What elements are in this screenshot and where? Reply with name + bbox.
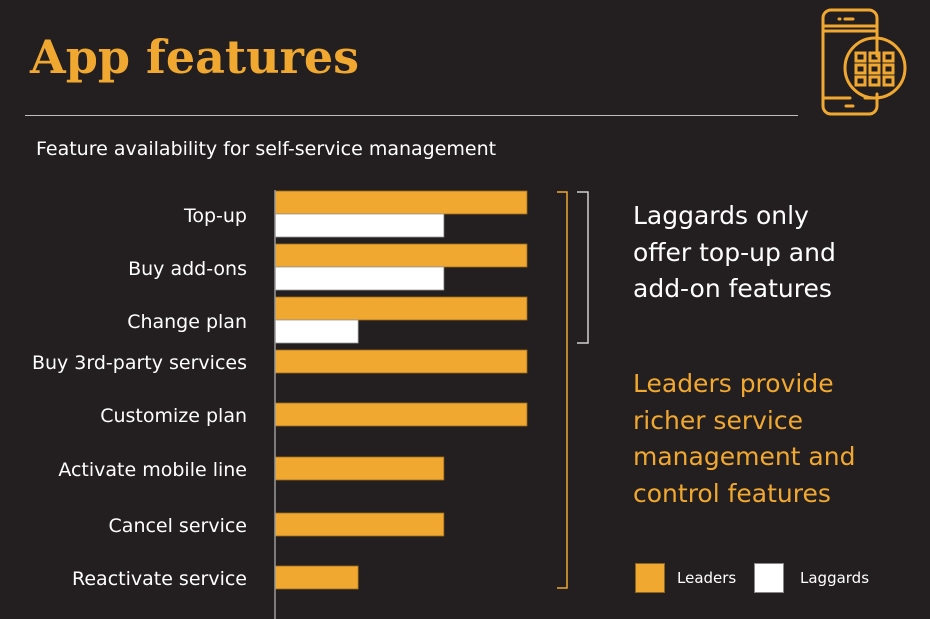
category-label: Activate mobile line <box>58 459 247 481</box>
category-label: Change plan <box>127 311 247 333</box>
laggards-note-line: add-on features <box>633 274 832 303</box>
category-label: Top-up <box>183 205 247 227</box>
laggards-note-line: Laggards only <box>633 201 809 230</box>
laggards-note-line: offer top-up and <box>633 237 836 267</box>
bar-chart: Top-up Buy add-ons Change plan Buy 3rd-part… <box>32 190 589 619</box>
legend-swatch-laggards <box>754 563 784 593</box>
legend-item-laggards: Laggards <box>754 563 869 593</box>
category-label: Reactivate service <box>72 568 247 590</box>
leaders-note: Leaders provide richer service managemen… <box>633 366 855 512</box>
bar-leaders <box>274 512 445 537</box>
leaders-note-line: Leaders provide <box>633 369 834 398</box>
category-label: Customize plan <box>100 405 247 427</box>
bar-leaders <box>274 296 528 321</box>
bar-laggards <box>274 213 445 238</box>
legend-item-leaders: Leaders <box>635 563 736 593</box>
category-label: Buy add-ons <box>128 258 247 280</box>
legend-label-laggards: Laggards <box>800 569 870 587</box>
legend-label-leaders: Leaders <box>677 569 737 587</box>
category-label: Buy 3rd-party services <box>32 352 247 374</box>
laggards-bracket <box>577 191 589 344</box>
bar-leaders <box>274 456 445 481</box>
legend-swatch-leaders <box>635 563 665 593</box>
category-label: Cancel service <box>109 515 247 537</box>
bar-leaders <box>274 190 528 215</box>
bar-leaders <box>274 402 528 427</box>
leaders-note-line: management and <box>633 442 856 471</box>
bar-leaders <box>274 565 359 590</box>
bar-laggards <box>274 266 445 291</box>
bar-leaders <box>274 349 528 374</box>
leaders-note-line: control features <box>633 478 831 508</box>
bar-leaders <box>274 243 528 268</box>
title-divider <box>25 115 798 116</box>
chart-subtitle: Feature availability for self-service ma… <box>36 138 497 160</box>
leaders-bracket <box>557 191 568 589</box>
mobile-app-grid-icon <box>815 6 910 122</box>
bar-laggards <box>274 319 359 344</box>
laggards-note: Laggards only offer top-up and add-on fe… <box>633 198 836 308</box>
leaders-note-line: richer service <box>633 405 803 435</box>
page-title: App features <box>30 30 359 84</box>
